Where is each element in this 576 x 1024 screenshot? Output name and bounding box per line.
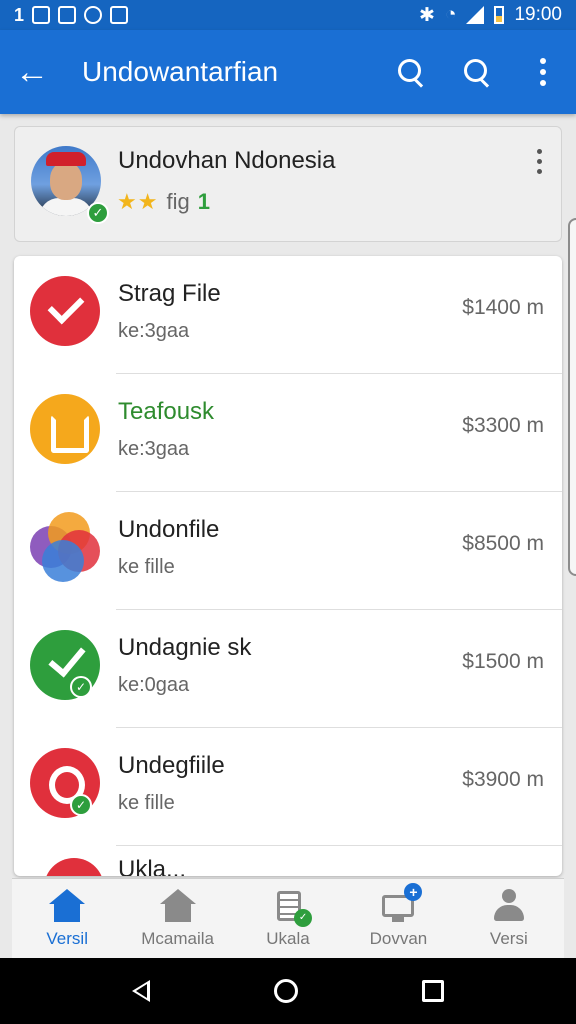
signal-icon xyxy=(466,6,485,24)
notification-icon xyxy=(32,6,51,24)
nav-item-label: Ukala xyxy=(266,929,310,948)
search-icon xyxy=(398,59,424,85)
status-bar: 1 ✱ ◔ 19:00 xyxy=(0,0,576,30)
more-vertical-icon xyxy=(540,58,546,86)
nav-item-mcamaila[interactable]: Mcamaila xyxy=(122,879,232,958)
search-button[interactable] xyxy=(378,30,444,114)
system-recents-icon[interactable] xyxy=(422,980,444,1002)
square-icon xyxy=(30,394,100,464)
list-item-subtitle: ke:3gaa xyxy=(118,438,190,460)
profile-name: Undovhan Ndonesia xyxy=(118,147,336,174)
list-item-subtitle: ke fille xyxy=(118,556,175,578)
list-item-title: Undonfile xyxy=(118,516,220,543)
status-left: 1 xyxy=(14,4,129,26)
verified-check-icon: ✓ xyxy=(70,676,92,698)
message-icon xyxy=(110,6,129,24)
sim-icon xyxy=(58,6,77,24)
blend-icon xyxy=(30,512,100,582)
nav-item-label: Dovvan xyxy=(369,929,428,948)
profile-meta-text: fig xyxy=(166,189,190,214)
list-item-title: Teafousk xyxy=(118,398,215,425)
sync-icon xyxy=(84,6,103,24)
nav-item-label: Versi xyxy=(489,929,528,948)
nav-item-dovvan[interactable]: + Dovvan xyxy=(343,879,453,958)
status-text: 1 xyxy=(14,4,25,25)
list-item-amount: $8500 m xyxy=(462,532,544,555)
check-badge-icon: ✓ xyxy=(294,909,313,927)
profile-meta: ★★ fig 1 xyxy=(117,189,210,215)
list-item-subtitle: ke fille xyxy=(118,792,175,814)
edge-scroll-tab[interactable] xyxy=(568,218,576,576)
list-item-title: Strag File xyxy=(118,280,221,307)
nav-item-label: Mcamaila xyxy=(141,929,214,948)
star-rating-icon: ★★ xyxy=(117,189,159,214)
list-item[interactable]: ✓ Undagnie sk ke:0gaa $1500 m xyxy=(14,610,562,728)
nav-item-label: Versil xyxy=(46,929,88,948)
more-vertical-icon xyxy=(537,149,543,174)
battery-icon xyxy=(494,6,505,24)
bottom-navigation: Versil Mcamaila ✓ Ukala + Dovvan Versi xyxy=(12,878,564,958)
nav-item-ukala[interactable]: ✓ Ukala xyxy=(233,879,343,958)
list-item[interactable]: Undonfile ke fille $8500 m xyxy=(14,492,562,610)
list-item-subtitle: ke:0gaa xyxy=(118,674,190,696)
profile-more-button[interactable] xyxy=(537,149,543,174)
nav-item-versi[interactable]: Versi xyxy=(454,879,564,958)
home-icon xyxy=(49,889,86,923)
status-time: 19:00 xyxy=(514,4,562,25)
status-right: ✱ ◔ 19:00 xyxy=(419,4,562,27)
system-navigation-bar xyxy=(0,958,576,1024)
list-item[interactable]: ✓ Undegfiile ke fille $3900 m xyxy=(14,728,562,846)
verified-check-icon: ✓ xyxy=(70,794,92,816)
list-item-amount: $1400 m xyxy=(462,296,544,319)
profile-card[interactable]: ✓ Undovhan Ndonesia ★★ fig 1 xyxy=(14,126,562,242)
search-icon xyxy=(464,59,490,85)
verified-check-icon: ✓ xyxy=(87,202,109,224)
search-button-secondary[interactable] xyxy=(444,30,510,114)
list-item-title: Undagnie sk xyxy=(118,634,252,661)
file-list: Strag File ke:3gaa $1400 m Teafousk ke:3… xyxy=(14,256,562,876)
bluetooth-icon: ✱ xyxy=(419,4,435,26)
list-item[interactable]: Strag File ke:3gaa $1400 m xyxy=(14,256,562,374)
list-item-amount: $3900 m xyxy=(462,768,544,791)
list-item-subtitle: ke:3gaa xyxy=(118,320,190,342)
system-home-icon[interactable] xyxy=(274,979,298,1003)
list-item-amount: $1500 m xyxy=(462,650,544,673)
app-bar: ← Undowantarfian xyxy=(0,30,576,114)
arrow-left-icon: ← xyxy=(15,52,49,91)
plus-badge-icon: + xyxy=(404,883,423,901)
system-back-icon[interactable] xyxy=(132,980,150,1002)
alarm-icon: ◔ xyxy=(444,4,457,25)
back-button[interactable]: ← xyxy=(0,30,64,114)
check-icon xyxy=(30,276,100,346)
home-icon xyxy=(159,889,196,923)
list-item[interactable]: Teafousk ke:3gaa $3300 m xyxy=(14,374,562,492)
list-item-title: Undegfiile xyxy=(118,752,225,779)
list-item-title: Ukla... xyxy=(118,856,187,876)
overflow-menu-button[interactable] xyxy=(510,30,576,114)
list-item-amount: $3300 m xyxy=(462,414,544,437)
page-title: Undowantarfian xyxy=(82,56,279,87)
nav-item-versil[interactable]: Versil xyxy=(12,879,122,958)
person-icon xyxy=(491,889,527,923)
partial-item-icon xyxy=(44,858,104,876)
list-item[interactable]: Ukla... xyxy=(14,846,562,876)
profile-meta-count: 1 xyxy=(197,189,210,214)
